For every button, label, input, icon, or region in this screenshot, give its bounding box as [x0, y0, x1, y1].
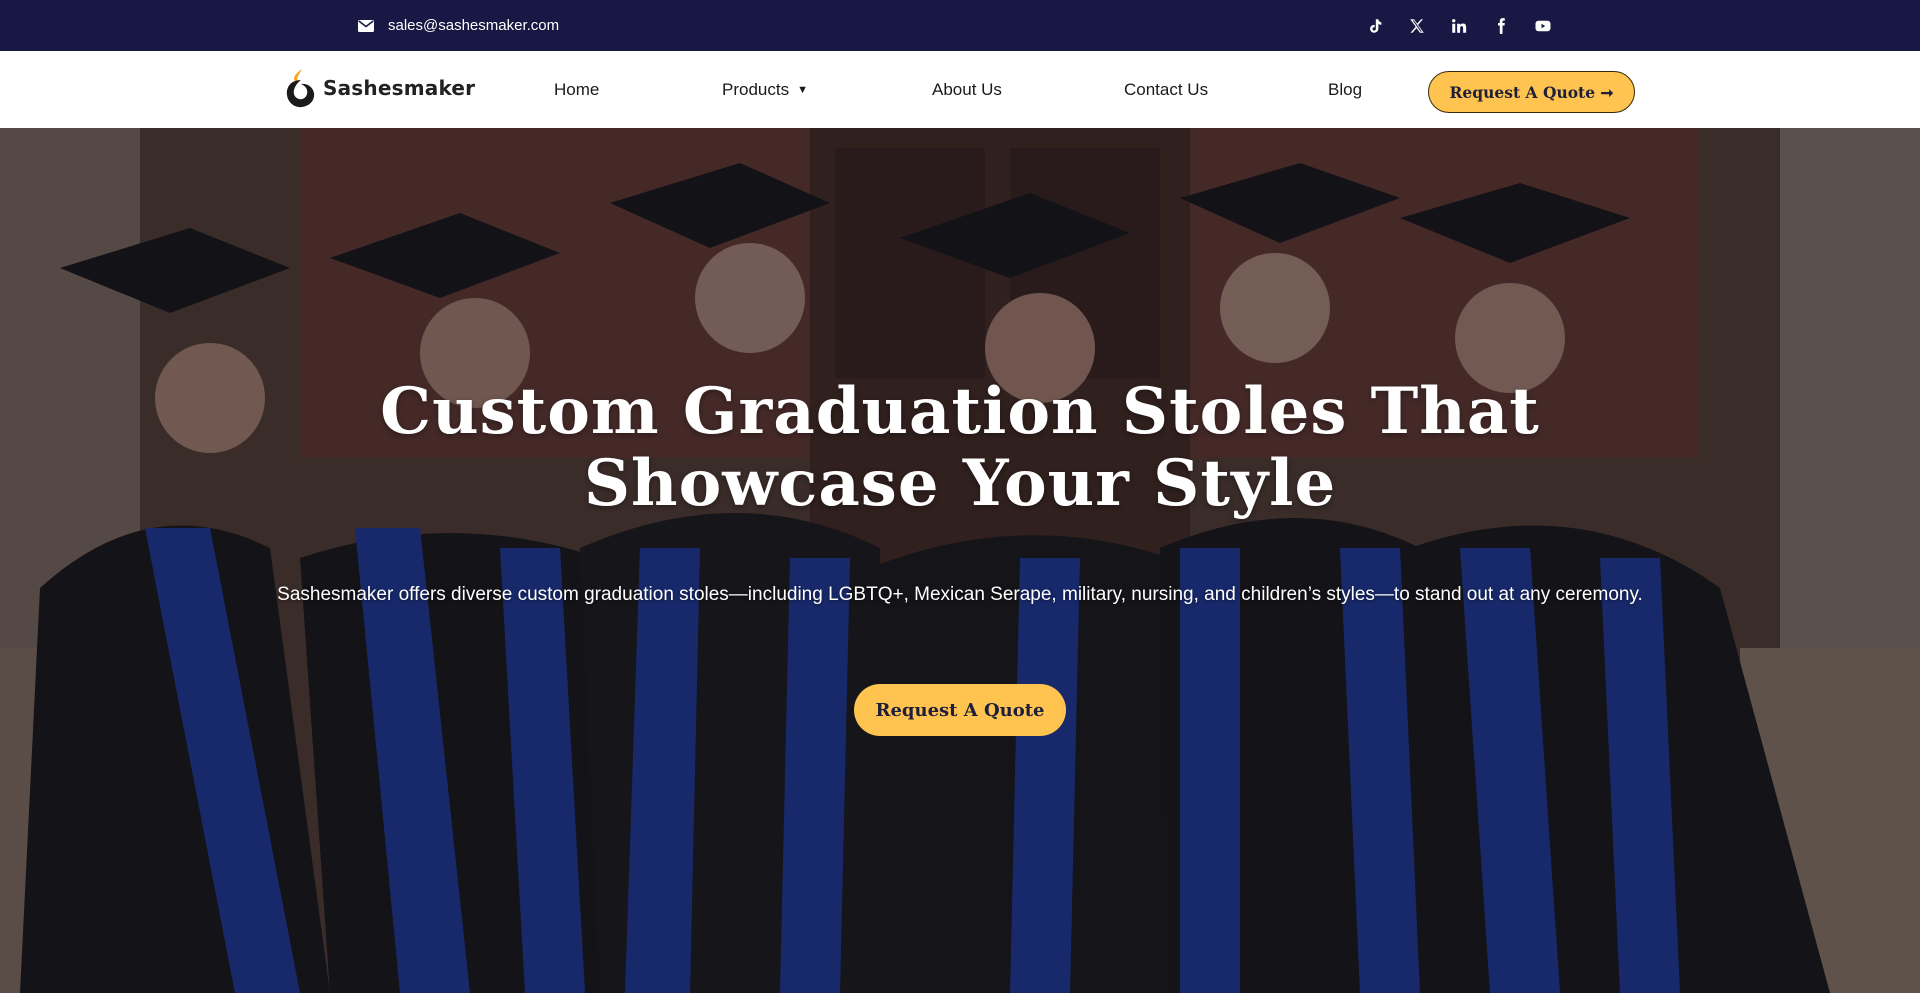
youtube-icon[interactable] [1533, 16, 1553, 36]
email-text[interactable]: sales@sashesmaker.com [388, 17, 559, 34]
chevron-down-icon[interactable]: ▼ [797, 84, 808, 96]
nav-about-label[interactable]: About Us [932, 80, 1002, 100]
linkedin-icon[interactable] [1449, 16, 1469, 36]
tiktok-icon[interactable] [1365, 16, 1385, 36]
logo[interactable]: Sashesmaker [285, 65, 475, 111]
nav-products-label[interactable]: Products [722, 80, 789, 100]
hero-background-photo [0, 128, 1920, 993]
request-quote-nav-button[interactable]: Request A Quote ➞ [1428, 71, 1635, 113]
nav-blog-label[interactable]: Blog [1328, 80, 1362, 100]
request-quote-hero-button[interactable]: Request A Quote [854, 684, 1066, 736]
top-bar: sales@sashesmaker.com [0, 0, 1920, 51]
logo-text: Sashesmaker [323, 76, 476, 100]
hero-title: Custom Graduation Stoles That Showcase Y… [380, 374, 1540, 521]
nav-home-label[interactable]: Home [554, 80, 599, 100]
nav-about[interactable]: About Us [932, 51, 1002, 128]
nav-products[interactable]: Products ▼ [722, 51, 808, 128]
nav-home[interactable]: Home [554, 51, 599, 128]
x-icon[interactable] [1407, 16, 1427, 36]
facebook-icon[interactable] [1491, 16, 1511, 36]
mail-icon [358, 19, 374, 32]
contact-email[interactable]: sales@sashesmaker.com [358, 0, 559, 51]
logo-mark-icon [286, 69, 315, 108]
hero-section: Custom Graduation Stoles That Showcase Y… [0, 128, 1920, 993]
nav-contact[interactable]: Contact Us [1124, 51, 1208, 128]
nav-contact-label[interactable]: Contact Us [1124, 80, 1208, 100]
social-links [1365, 0, 1553, 51]
hero-subtitle: Sashesmaker offers diverse custom gradua… [277, 584, 1643, 605]
nav-blog[interactable]: Blog [1328, 51, 1362, 128]
